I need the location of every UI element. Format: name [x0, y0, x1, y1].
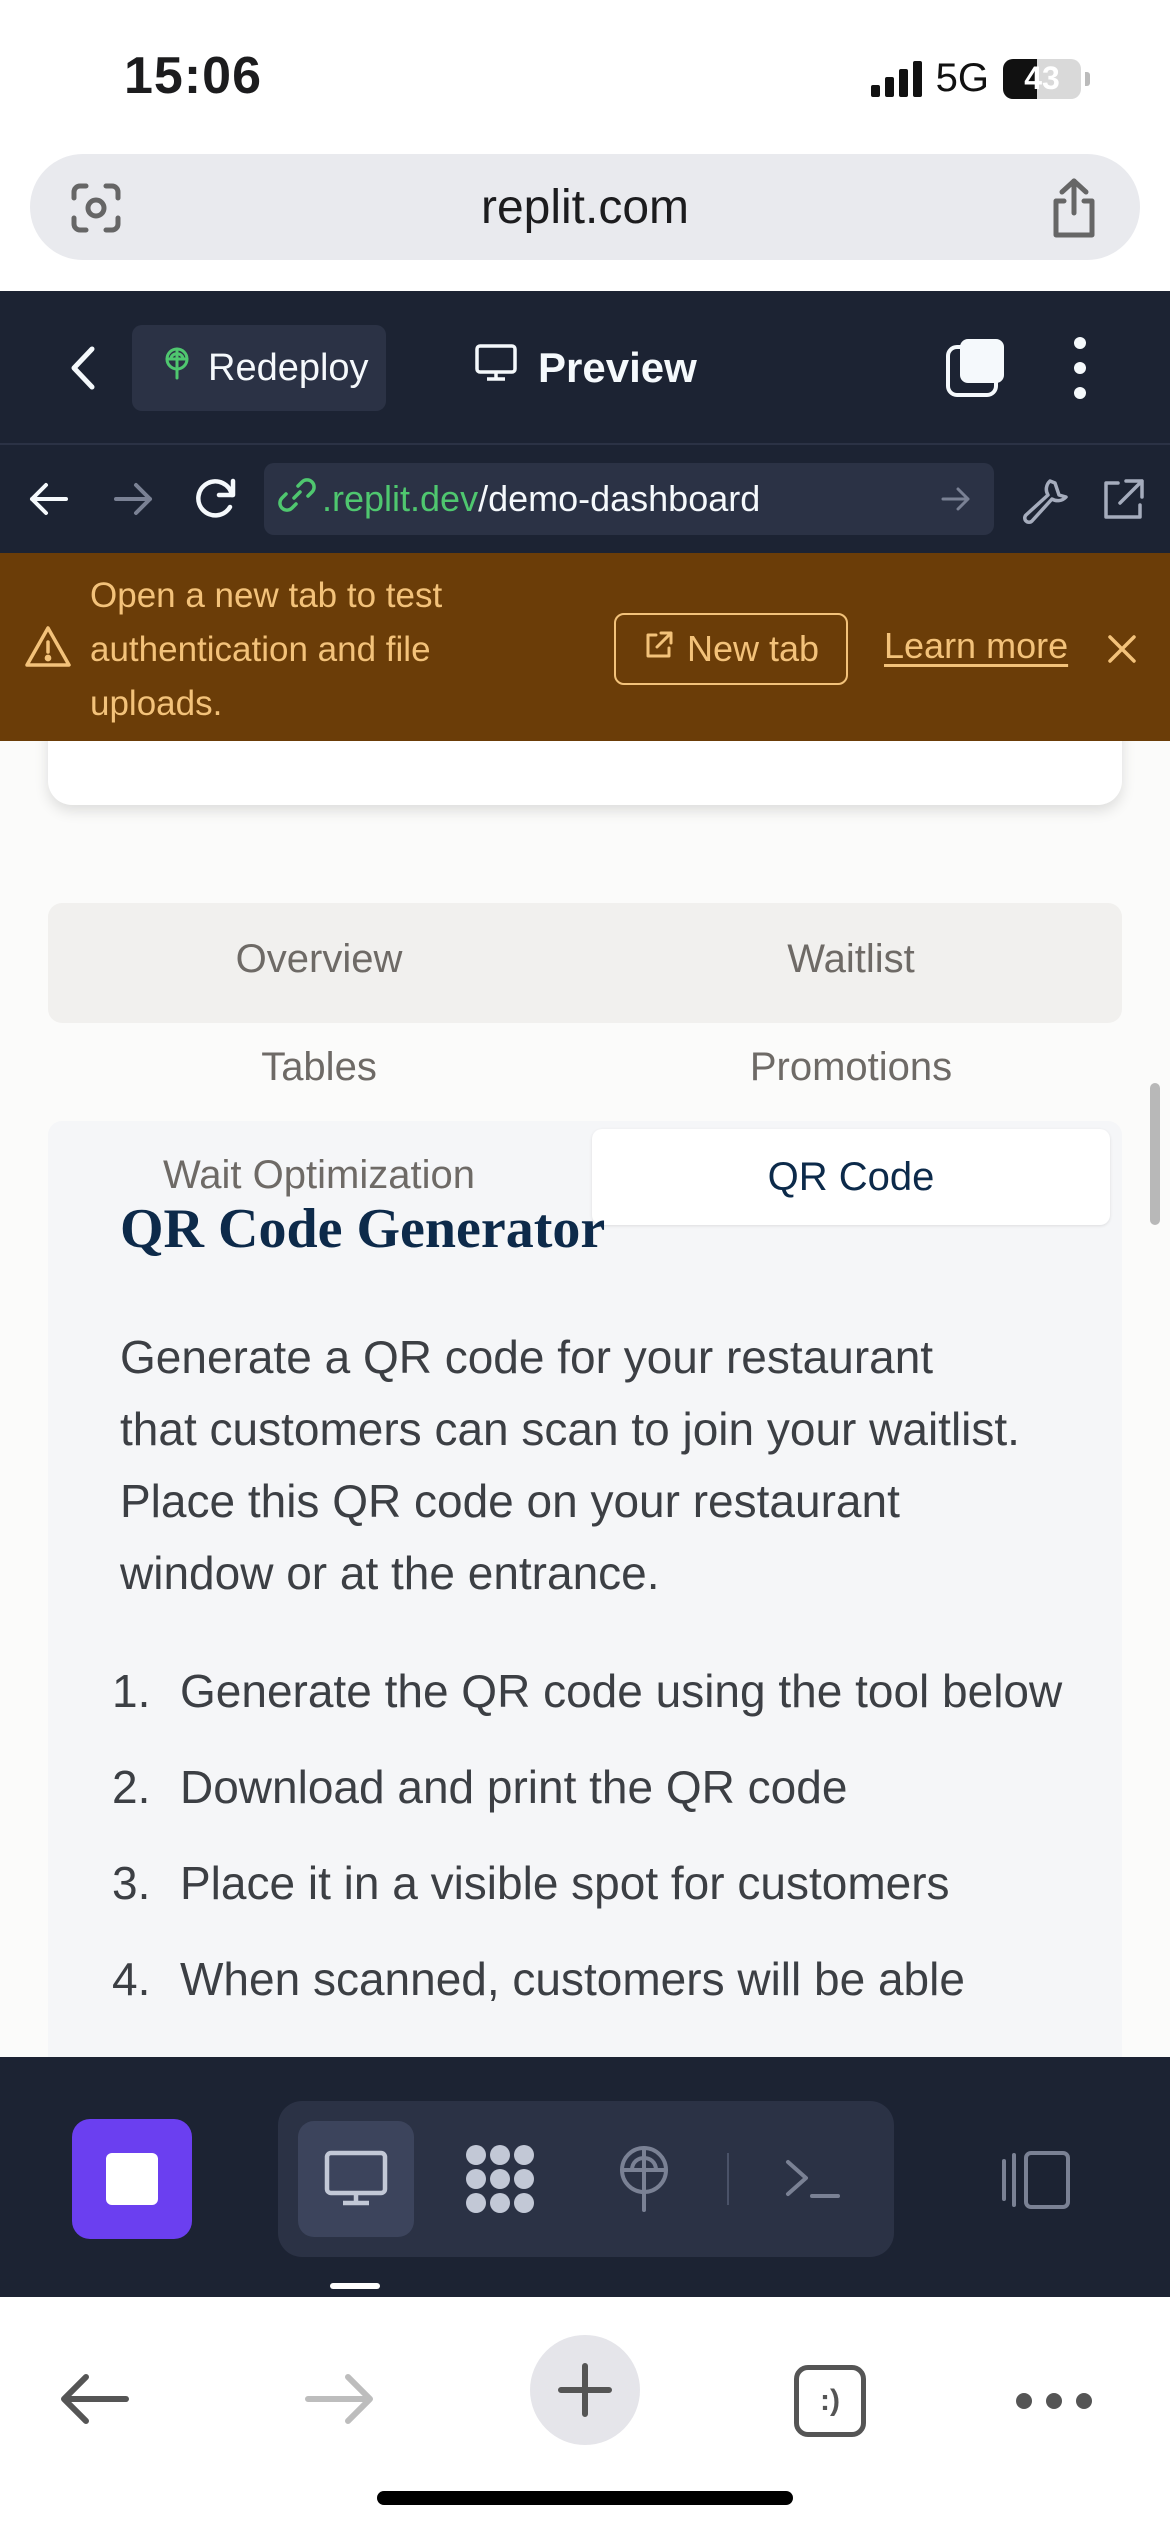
plus-icon[interactable]: [530, 2335, 640, 2445]
scrollbar[interactable]: [1150, 1083, 1160, 1225]
tab-waitlist[interactable]: Waitlist: [586, 937, 1116, 982]
replit-toolbar: [0, 2057, 1170, 2297]
preview-url-field[interactable]: .replit.dev /demo-dashboard: [264, 463, 994, 535]
list-item: 1. Generate the QR code using the tool be…: [112, 1665, 1063, 1717]
chevron-left-icon[interactable]: [60, 341, 110, 395]
status-time: 15:06: [124, 47, 262, 105]
steps-list: 1. Generate the QR code using the tool be…: [112, 1655, 1072, 2039]
panel-description: Generate a QR code for your restaurant t…: [120, 1331, 1020, 1599]
list-item: 2. Download and print the QR code: [112, 1761, 848, 1813]
tabs-icon[interactable]: :): [794, 2365, 866, 2437]
panel-title: QR Code Generator: [120, 1198, 606, 1260]
stop-icon: [106, 2153, 158, 2205]
address-bar[interactable]: replit.com: [30, 154, 1140, 260]
new-tab-banner: Open a new tab to test authentication an…: [0, 553, 1170, 741]
wrench-icon[interactable]: [1018, 473, 1070, 525]
arrow-go-icon[interactable]: [938, 481, 974, 517]
apps-grid-icon[interactable]: [442, 2121, 558, 2237]
list-item: 4. When scanned, customers will be able: [112, 1953, 965, 2005]
terminal-icon[interactable]: [754, 2121, 870, 2237]
external-link-icon: [643, 628, 675, 670]
arrow-right-icon[interactable]: [108, 473, 160, 525]
signal-icon: [870, 60, 922, 97]
replit-header: Redeploy Preview: [0, 291, 1170, 445]
tool-group: [278, 2101, 894, 2257]
battery-cap: [1085, 71, 1090, 86]
preview-tab[interactable]: Preview: [474, 325, 697, 411]
reload-icon[interactable]: [190, 473, 242, 525]
external-link-icon[interactable]: [1096, 473, 1148, 525]
monitor-icon[interactable]: [298, 2121, 414, 2237]
redeploy-label: Redeploy: [208, 346, 369, 389]
learn-more-link[interactable]: Learn more: [884, 625, 1068, 667]
new-tab-label: New tab: [686, 628, 820, 669]
share-icon[interactable]: [1046, 178, 1102, 238]
more-vertical-icon[interactable]: [1062, 337, 1098, 399]
battery-icon: 43: [1003, 58, 1081, 99]
forward-icon[interactable]: [302, 2361, 378, 2437]
tab-overview[interactable]: Overview: [54, 937, 584, 982]
battery-level: 43: [1024, 60, 1060, 96]
warning-icon: [24, 623, 72, 671]
link-icon: [278, 476, 316, 523]
tab-promotions[interactable]: Promotions: [586, 1045, 1116, 1090]
home-indicator: [377, 2491, 793, 2505]
close-icon[interactable]: [1104, 631, 1140, 667]
preview-label: Preview: [538, 344, 697, 391]
network-label: 5G: [935, 56, 989, 100]
panel-toggle-icon[interactable]: [1000, 2149, 1072, 2211]
status-bar: 15:06 5G 43: [0, 0, 1170, 150]
monitor-icon: [474, 343, 518, 393]
url-path: /demo-dashboard: [478, 478, 761, 519]
tabs-icon[interactable]: [944, 337, 1006, 399]
deploy-icon[interactable]: [586, 2121, 702, 2237]
page-indicator: [330, 2283, 380, 2289]
banner-message: Open a new tab to test authentication an…: [90, 576, 443, 723]
divider: [727, 2153, 729, 2205]
arrow-left-icon[interactable]: [22, 473, 74, 525]
tab-qr-code[interactable]: QR Code: [592, 1129, 1110, 1225]
tab-wait-optimization[interactable]: Wait Optimization: [54, 1153, 584, 1198]
preview-nav-bar: .replit.dev /demo-dashboard: [0, 445, 1170, 553]
address-domain[interactable]: replit.com: [30, 180, 1140, 235]
card: [48, 741, 1122, 805]
status-indicators: 5G 43: [870, 56, 1090, 101]
list-item: 3. Place it in a visible spot for custome…: [112, 1857, 950, 1909]
url-host: .replit.dev: [322, 478, 479, 519]
redeploy-button[interactable]: Redeploy: [132, 325, 386, 411]
back-icon[interactable]: [56, 2361, 132, 2437]
new-tab-button[interactable]: New tab: [614, 613, 848, 685]
deploy-icon: [160, 346, 194, 390]
preview-page: Overview Waitlist Tables Promotions Wait…: [0, 741, 1170, 2057]
tab-tables[interactable]: Tables: [54, 1045, 584, 1090]
more-icon[interactable]: [1016, 2393, 1092, 2409]
stop-button[interactable]: [72, 2119, 192, 2239]
